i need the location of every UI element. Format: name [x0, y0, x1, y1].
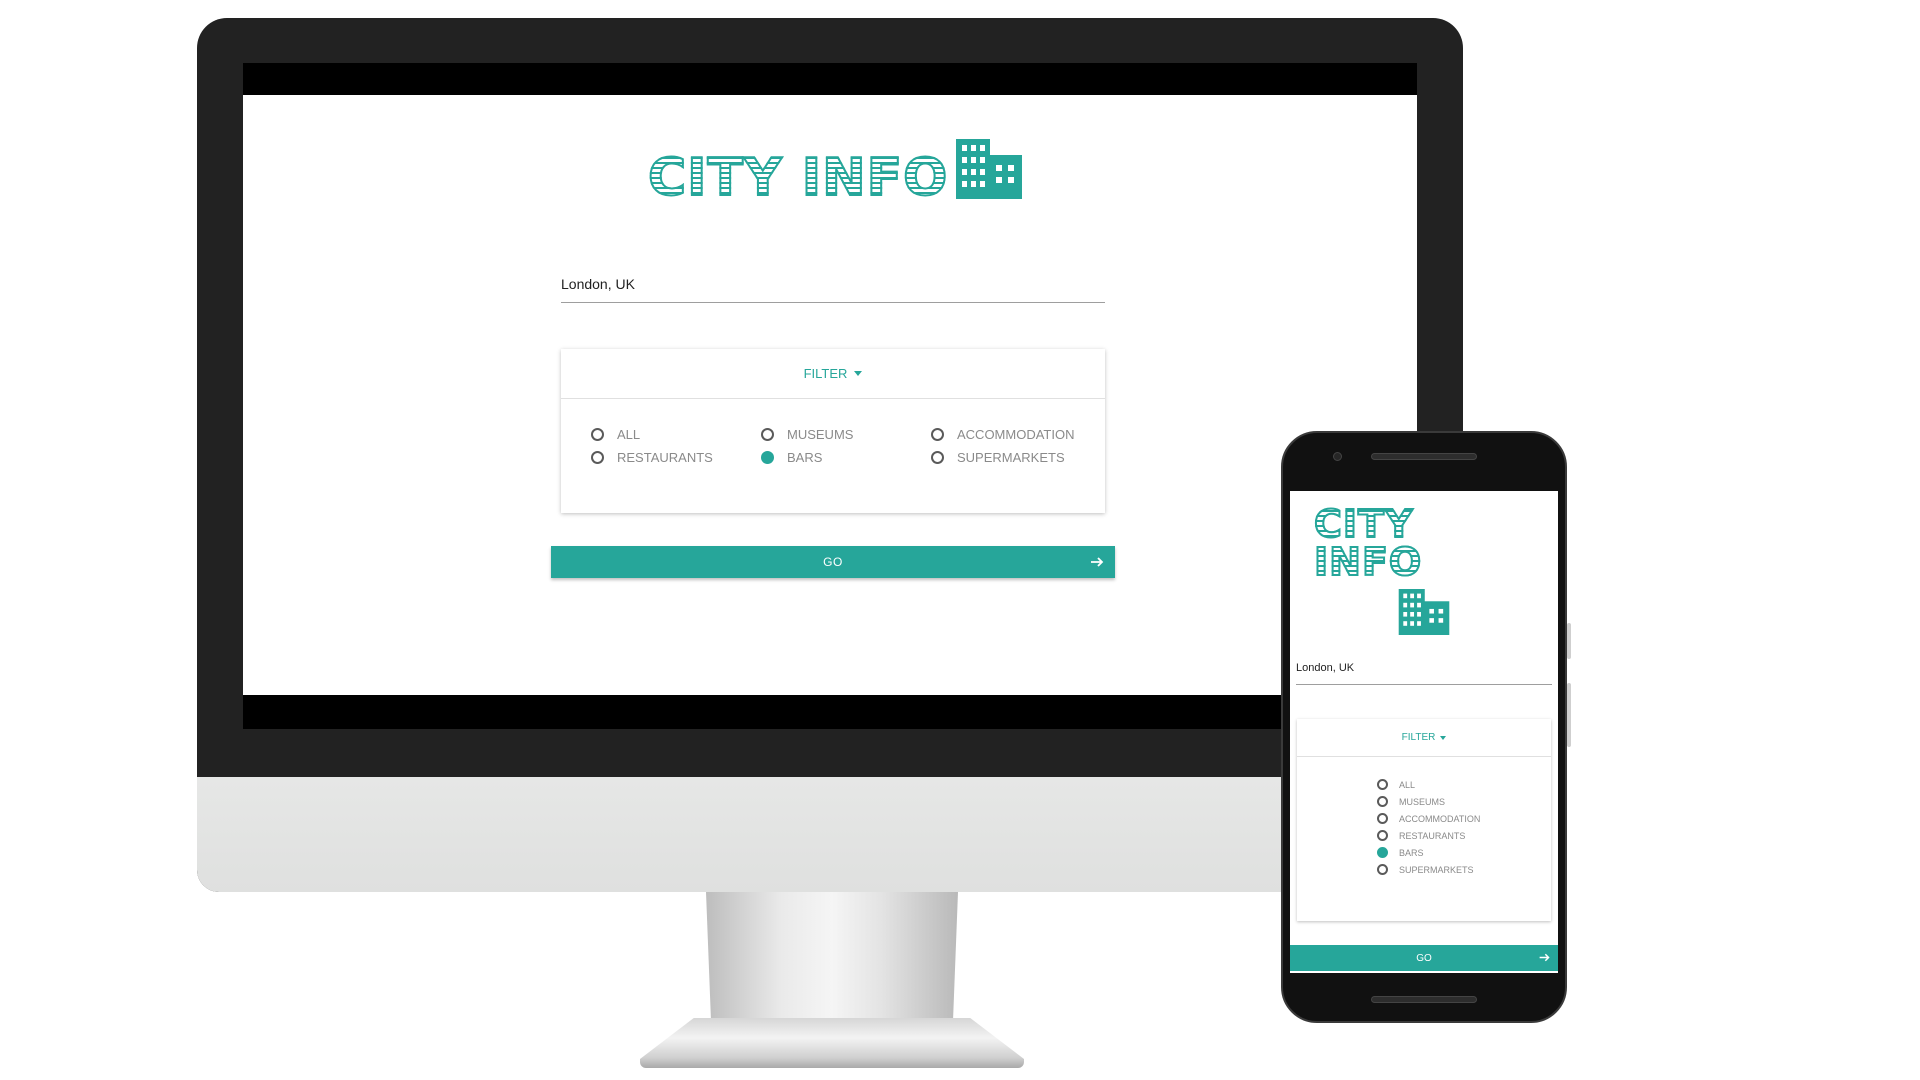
radio-supermarkets[interactable]: [1377, 864, 1388, 875]
filter-option-museums[interactable]: MUSEUMS: [1377, 796, 1551, 807]
filter-option-label: ALL: [617, 427, 641, 442]
filter-card: FILTER ALL MUSEUMS ACCOMMODATION RESTAUR…: [561, 349, 1105, 513]
radio-accommodation[interactable]: [1377, 813, 1388, 824]
filter-option-bars[interactable]: BARS: [761, 450, 931, 465]
go-button[interactable]: GO: [1290, 945, 1558, 971]
filter-option-label: SUPERMARKETS: [1399, 864, 1474, 875]
location-input[interactable]: London, UK: [561, 265, 1105, 303]
phone-side-button: [1567, 623, 1571, 659]
filter-option-label: ALL: [1399, 779, 1416, 790]
filter-option-restaurants[interactable]: RESTAURANTS: [1377, 830, 1551, 841]
filter-option-label: MUSEUMS: [1399, 796, 1446, 807]
radio-all[interactable]: [591, 428, 604, 441]
filter-option-label: ACCOMMODATION: [1399, 813, 1481, 824]
filter-option-restaurants[interactable]: RESTAURANTS: [591, 450, 761, 465]
filter-toggle[interactable]: FILTER: [1297, 719, 1551, 757]
arrow-right-icon: [1089, 554, 1105, 573]
monitor-chin: [197, 777, 1463, 892]
radio-restaurants[interactable]: [591, 451, 604, 464]
filter-option-label: RESTAURANTS: [1399, 830, 1466, 841]
building-icon: [1398, 589, 1450, 640]
filter-option-accommodation[interactable]: ACCOMMODATION: [931, 427, 1101, 442]
filter-option-supermarkets[interactable]: SUPERMARKETS: [1377, 864, 1551, 875]
logo-text: CITY INFO: [1313, 504, 1534, 582]
go-button-label: GO: [823, 555, 843, 569]
desktop-monitor: CITY INFO London, UK FILTER ALL MUSEUMS …: [197, 18, 1463, 892]
filter-option-label: ACCOMMODATION: [957, 427, 1075, 442]
mobile-app-viewport: CITY INFO London, UK FILTER ALL MUSEUMS …: [1290, 491, 1558, 973]
filter-option-all[interactable]: ALL: [1377, 779, 1551, 790]
mobile-logo: CITY INFO: [1313, 504, 1534, 640]
filter-option-bars[interactable]: BARS: [1377, 847, 1551, 858]
monitor-stand: [706, 892, 958, 1022]
radio-all[interactable]: [1377, 779, 1388, 790]
filter-option-accommodation[interactable]: ACCOMMODATION: [1377, 813, 1551, 824]
go-button-label: GO: [1416, 952, 1432, 964]
filter-option-label: SUPERMARKETS: [957, 450, 1065, 465]
logo-text: CITY INFO: [647, 148, 949, 208]
filter-option-label: RESTAURANTS: [617, 450, 713, 465]
phone-speaker: [1371, 453, 1477, 460]
mobile-phone: CITY INFO London, UK FILTER ALL MUSEUMS …: [1281, 431, 1571, 1023]
filter-options: ALL MUSEUMS ACCOMMODATION RESTAURANTS BA…: [1297, 757, 1551, 875]
filter-card: FILTER ALL MUSEUMS ACCOMMODATION RESTAUR…: [1297, 719, 1551, 921]
caret-down-icon: [854, 371, 863, 376]
location-input[interactable]: London, UK: [1296, 651, 1552, 685]
phone-volume-button: [1567, 683, 1571, 747]
filter-option-museums[interactable]: MUSEUMS: [761, 427, 931, 442]
radio-museums[interactable]: [1377, 796, 1388, 807]
filter-label: FILTER: [1401, 732, 1436, 743]
filter-options: ALL MUSEUMS ACCOMMODATION RESTAURANTS BA…: [561, 399, 1105, 465]
radio-restaurants[interactable]: [1377, 830, 1388, 841]
go-button[interactable]: GO: [551, 546, 1115, 578]
monitor-stand-base: [640, 1018, 1024, 1068]
filter-option-all[interactable]: ALL: [591, 427, 761, 442]
caret-down-icon: [1440, 735, 1447, 740]
location-input-value: London, UK: [561, 275, 635, 292]
radio-supermarkets[interactable]: [931, 451, 944, 464]
filter-option-label: BARS: [1399, 847, 1424, 858]
radio-bars[interactable]: [761, 451, 774, 464]
phone-speaker: [1371, 996, 1477, 1003]
radio-bars[interactable]: [1377, 847, 1388, 858]
filter-option-label: MUSEUMS: [787, 427, 854, 442]
filter-toggle[interactable]: FILTER: [561, 349, 1105, 399]
desktop-app-viewport: CITY INFO London, UK FILTER ALL MUSEUMS …: [243, 95, 1417, 695]
desktop-logo: CITY INFO: [647, 139, 1023, 208]
location-input-value: London, UK: [1296, 661, 1355, 674]
monitor-screen: CITY INFO London, UK FILTER ALL MUSEUMS …: [243, 63, 1417, 729]
radio-accommodation[interactable]: [931, 428, 944, 441]
camera-icon: [1333, 452, 1342, 461]
radio-museums[interactable]: [761, 428, 774, 441]
building-icon: [956, 139, 1023, 204]
arrow-right-icon: [1538, 951, 1551, 967]
filter-option-supermarkets[interactable]: SUPERMARKETS: [931, 450, 1101, 465]
filter-option-label: BARS: [787, 450, 823, 465]
filter-label: FILTER: [803, 366, 848, 381]
